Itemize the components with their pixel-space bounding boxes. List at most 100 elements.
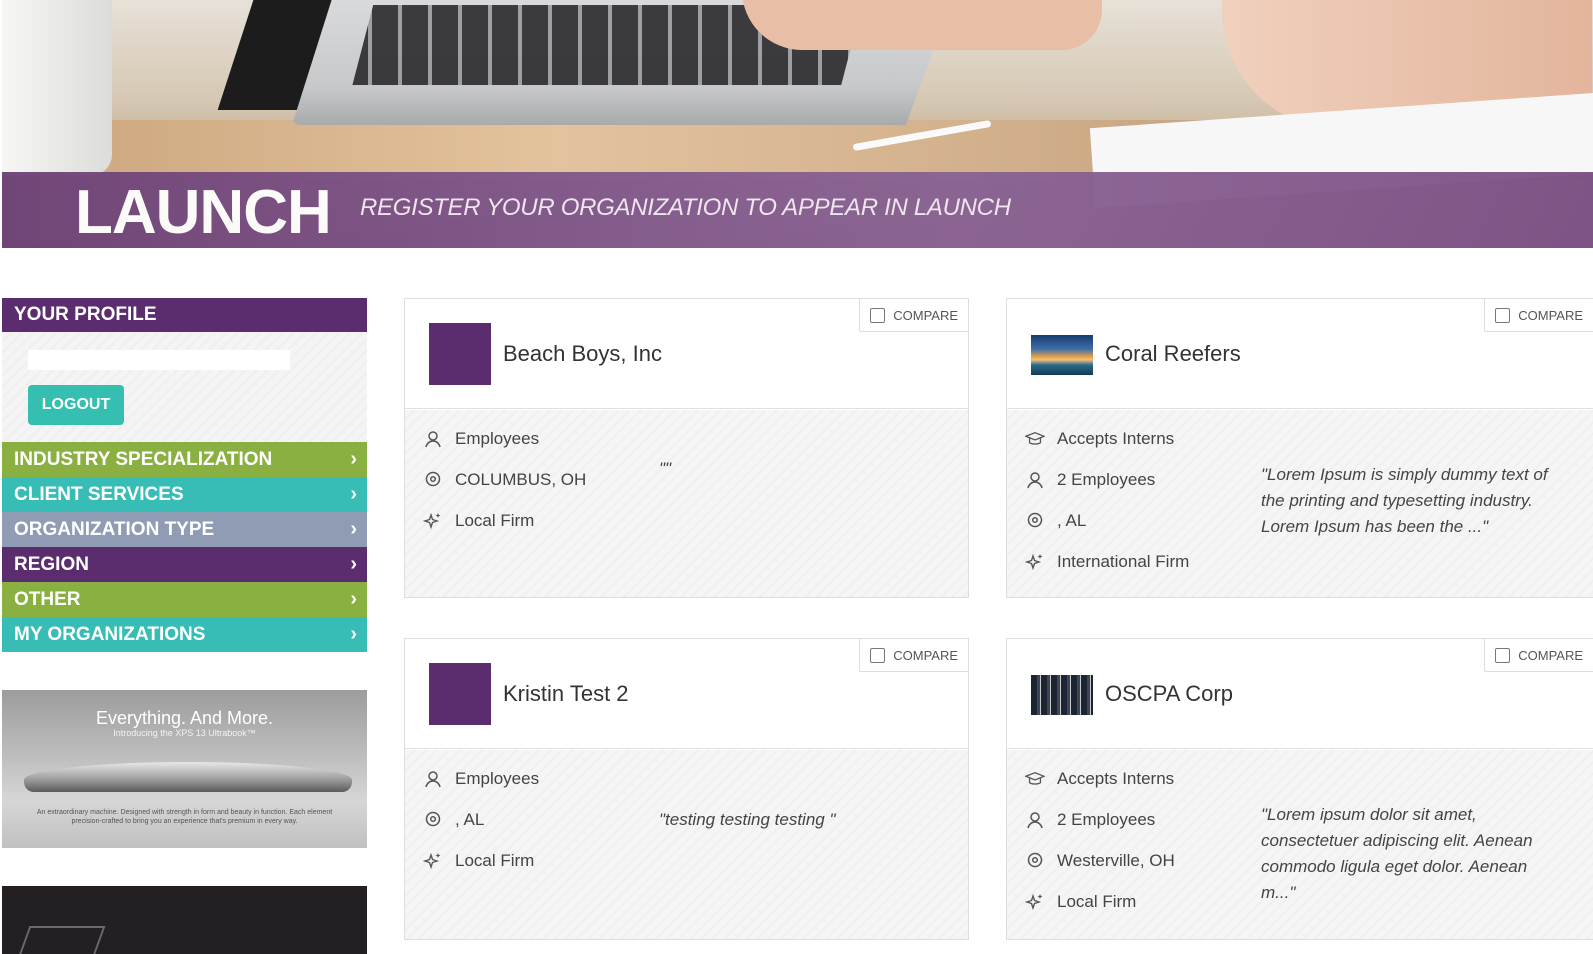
card-header: Kristin Test 2 COMPARE [405,639,968,749]
interns-text: Accepts Interns [1057,429,1175,448]
compare-label: COMPARE [1518,647,1583,663]
org-logo[interactable] [1031,675,1093,715]
firm-type-text: Local Firm [455,511,535,530]
menu-my-organizations[interactable]: MY ORGANIZATIONS › [2,617,367,652]
compare-label: COMPARE [893,647,958,663]
menu-organization-type[interactable]: ORGANIZATION TYPE › [2,512,367,547]
graduation-cap-icon [1025,431,1045,445]
location-text: , AL [1057,511,1087,530]
org-quote: "Lorem ipsum dolor sit amet, consectetue… [1261,805,1533,902]
ad-fine-print: An extraordinary machine. Designed with … [36,809,333,825]
sidebar: YOUR PROFILE LOGOUT INDUSTRY SPECIALIZAT… [2,298,367,652]
compare-checkbox[interactable] [1495,307,1511,323]
card-header: Beach Boys, Inc COMPARE [405,299,968,409]
profile-title: YOUR PROFILE [2,298,367,332]
location-text: COLUMBUS, OH [455,470,587,489]
user-icon [1027,472,1043,489]
ultrabook-ad[interactable]: Everything. And More. Introducing the XP… [2,690,367,848]
interns-row: Accepts Interns [1025,426,1174,452]
location-row: , AL [1025,508,1086,534]
launch-logo[interactable]: LAUNCH [75,182,332,244]
employees-row: 2 Employees [1025,467,1155,493]
logout-button[interactable]: LOGOUT [28,385,124,425]
product-box-image [18,926,106,954]
hero-hand-left [742,0,1102,50]
card-body: Employees , AL Local Firm "testing testi… [405,750,968,939]
employees-row: Employees [423,766,539,792]
ultrabook-image [24,762,352,792]
card-header: OSCPA Corp COMPARE [1007,639,1593,749]
location-row: Westerville, OH [1025,848,1175,874]
location-text: , AL [455,810,485,829]
menu-label: ORGANIZATION TYPE [14,519,215,540]
menu-other[interactable]: OTHER › [2,582,367,617]
org-logo[interactable] [429,663,491,725]
employees-text: Employees [455,769,540,788]
location-row: COLUMBUS, OH [423,467,586,493]
org-logo[interactable] [429,323,491,385]
menu-industry-specialization[interactable]: INDUSTRY SPECIALIZATION › [2,442,367,477]
menu-label: CLIENT SERVICES [14,484,184,505]
profile-field[interactable] [28,350,290,370]
org-quote: "testing testing testing " [659,810,836,829]
card-body: Accepts Interns 2 Employees , AL Interna… [1007,410,1593,597]
launch-banner: LAUNCH REGISTER YOUR ORGANIZATION TO APP… [2,172,1593,248]
chevron-right-icon: › [350,588,357,610]
compare-checkbox[interactable] [870,307,886,323]
org-name[interactable]: Coral Reefers [1105,341,1241,367]
employees-text: Employees [455,429,540,448]
firm-type-row: International Firm [1025,549,1189,575]
graduation-cap-icon [1025,771,1045,785]
employees-row: 2 Employees [1025,807,1155,833]
sparkle-icon [1025,893,1043,911]
compare-checkbox[interactable] [1495,647,1511,663]
ad-title: Everything. And More. [95,708,274,728]
compare-toggle[interactable]: COMPARE [859,299,968,332]
user-icon [1027,812,1043,829]
location-text: Westerville, OH [1057,851,1175,870]
sparkle-icon [423,512,441,530]
compare-toggle[interactable]: COMPARE [1484,639,1593,672]
org-name[interactable]: OSCPA Corp [1105,681,1233,707]
location-pin-icon [425,811,441,827]
register-link[interactable]: REGISTER YOUR ORGANIZATION TO APPEAR IN … [360,194,1011,222]
firm-type-row: Local Firm [1025,889,1136,915]
firm-type-row: Local Firm [423,848,534,874]
menu-region[interactable]: REGION › [2,547,367,582]
sparkle-icon [423,852,441,870]
chevron-right-icon: › [350,448,357,470]
secondary-ad[interactable] [2,886,367,954]
menu-client-services[interactable]: CLIENT SERVICES › [2,477,367,512]
org-quote: "" [659,459,672,478]
compare-toggle[interactable]: COMPARE [1484,299,1593,332]
location-row: , AL [423,807,484,833]
compare-checkbox[interactable] [870,647,886,663]
org-name[interactable]: Kristin Test 2 [503,681,629,707]
compare-label: COMPARE [1518,307,1583,323]
org-logo[interactable] [1031,335,1093,375]
org-card-kristin-test-2: Kristin Test 2 COMPARE Employees , AL Lo… [404,638,969,940]
org-name[interactable]: Beach Boys, Inc [503,341,662,367]
org-quote: "Lorem Ipsum is simply dummy text of the… [1261,465,1548,536]
card-body: Accepts Interns 2 Employees Westerville,… [1007,750,1593,939]
menu-label: REGION [14,554,89,575]
chevron-right-icon: › [350,483,357,505]
org-card-oscpa-corp: OSCPA Corp COMPARE Accepts Interns 2 Emp… [1006,638,1593,940]
user-icon [425,771,441,788]
firm-type-text: International Firm [1057,552,1190,571]
chevron-right-icon: › [350,518,357,540]
firm-type-row: Local Firm [423,508,534,534]
compare-toggle[interactable]: COMPARE [859,639,968,672]
card-body: Employees COLUMBUS, OH Local Firm "" [405,410,968,597]
menu-label: MY ORGANIZATIONS [14,624,206,645]
sparkle-icon [1025,553,1043,571]
employees-text: 2 Employees [1057,470,1156,489]
user-icon [425,431,441,448]
location-pin-icon [425,471,441,487]
chevron-right-icon: › [350,623,357,645]
location-pin-icon [1027,512,1043,528]
interns-text: Accepts Interns [1057,769,1175,788]
employees-text: 2 Employees [1057,810,1156,829]
interns-row: Accepts Interns [1025,766,1174,792]
ad-subtitle: Introducing the XPS 13 Ultrabook™ [113,728,256,738]
